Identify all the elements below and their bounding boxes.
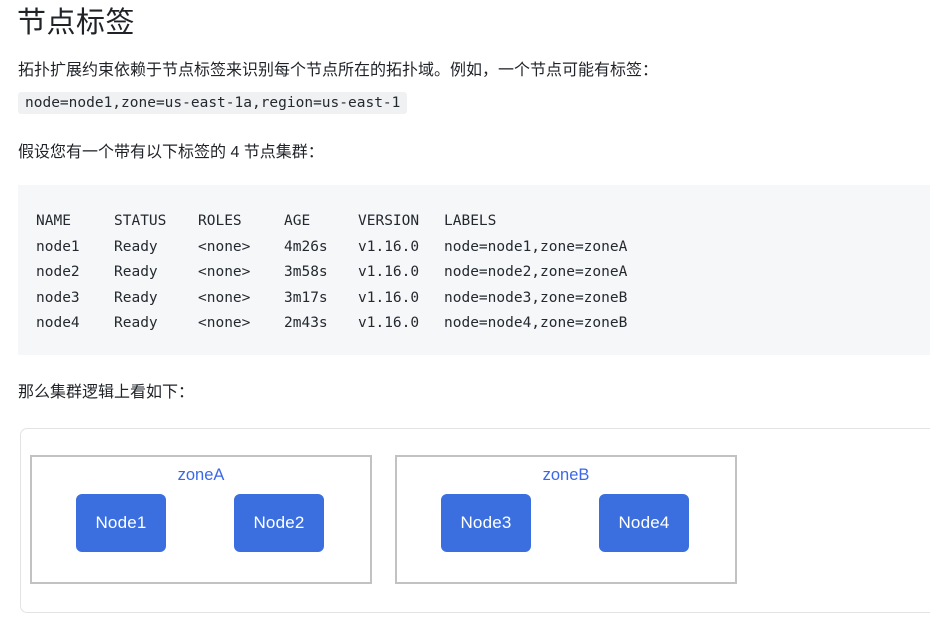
cell-name: node1 [36,238,80,255]
zone-label-zonea: zoneA [177,466,225,484]
zone-node-row: Node3 Node4 [397,494,735,552]
cell-labels: node=node2,zone=zoneA [444,264,628,280]
column-header-status: STATUS [114,213,167,229]
page-root: 节点标签 拓扑扩展约束依赖于节点标签来识别每个节点所在的拓扑域。例如，一个节点可… [0,0,930,637]
cell-version: v1.16.0 [358,264,420,280]
table-header-row: NAME STATUS ROLES AGE VERSION LABELS [36,209,627,235]
cell-version: v1.16.0 [358,289,420,306]
cell-name: node2 [36,264,80,280]
cell-labels: node=node1,zone=zoneA [444,238,628,255]
node-box-node2: Node2 [234,494,324,552]
zone-label-zoneb: zoneB [542,466,590,484]
intro-paragraph-2: 假设您有一个带有以下标签的 4 节点集群： [18,144,324,161]
kubectl-output-block: NAME STATUS ROLES AGE VERSION LABELS nod… [18,185,930,355]
cell-version: v1.16.0 [358,238,420,255]
column-header-version: VERSION [358,213,420,229]
cell-labels: node=node3,zone=zoneB [444,289,628,306]
cell-roles: <none> [198,264,251,280]
column-header-name: NAME [36,213,71,229]
cell-name: node4 [36,315,80,331]
intro-paragraph-1: 拓扑扩展约束依赖于节点标签来识别每个节点所在的拓扑域。例如，一个节点可能有标签： [18,62,659,79]
node-table: NAME STATUS ROLES AGE VERSION LABELS nod… [36,209,627,337]
column-header-roles: ROLES [198,213,242,229]
cell-age: 4m26s [284,238,328,255]
node-box-node3: Node3 [441,494,531,552]
cell-status: Ready [114,289,158,306]
column-header-age: AGE [284,213,311,229]
cell-status: Ready [114,238,158,255]
cell-age: 3m17s [284,289,328,306]
cell-name: node3 [36,289,80,306]
cell-roles: <none> [198,315,251,331]
cell-roles: <none> [198,289,251,306]
column-header-labels: LABELS [444,213,497,229]
table-row: node2 Ready <none> 3m58s v1.16.0 node=no… [36,260,627,286]
table-row: node4 Ready <none> 2m43s v1.16.0 node=no… [36,311,627,337]
cell-age: 2m43s [284,315,328,331]
table-row: node3 Ready <none> 3m17s v1.16.0 node=no… [36,286,627,312]
zone-node-row: Node1 Node2 [32,494,370,552]
page-title: 节点标签 [17,7,136,39]
cell-version: v1.16.0 [358,315,420,331]
intro-paragraph-3: 那么集群逻辑上看如下： [18,384,195,401]
cell-labels: node=node4,zone=zoneB [444,315,628,331]
cell-age: 3m58s [284,264,328,280]
node-box-node1: Node1 [76,494,166,552]
cluster-topology-diagram: zoneA Node1 Node2 zoneB Node3 Node4 [20,428,930,613]
zone-box-zoneb: zoneB Node3 Node4 [395,455,737,584]
table-row: node1 Ready <none> 4m26s v1.16.0 node=no… [36,235,627,261]
cell-status: Ready [114,315,158,331]
cell-status: Ready [114,264,158,280]
inline-code-node-labels: node=node1,zone=us-east-1a,region=us-eas… [18,92,408,114]
zone-box-zonea: zoneA Node1 Node2 [30,455,372,584]
node-box-node4: Node4 [599,494,689,552]
cell-roles: <none> [198,238,251,255]
